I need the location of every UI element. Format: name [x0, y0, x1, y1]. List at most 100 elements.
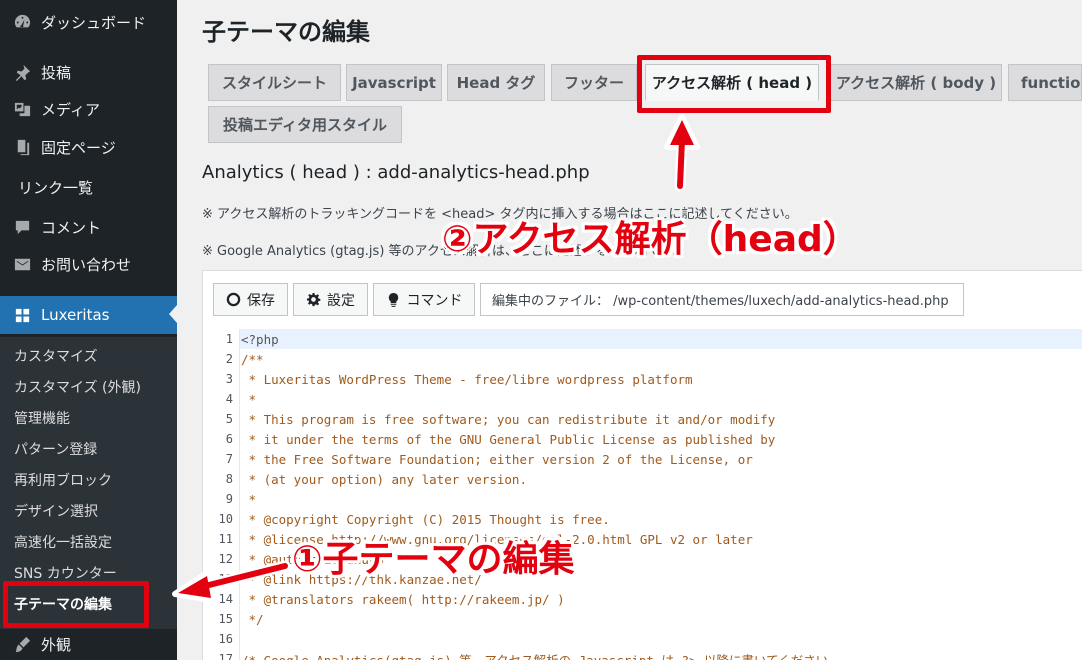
tab-analytics-body[interactable]: アクセス解析 ( body ) — [830, 64, 1002, 101]
code-line: 1 <?php — [203, 329, 1082, 349]
sidebar-item-media[interactable]: メディア — [0, 95, 177, 123]
tab-javascript[interactable]: Javascript — [346, 64, 442, 101]
tab-stylesheet[interactable]: スタイルシート — [208, 64, 341, 101]
submenu-item-customize[interactable]: カスタマイズ — [14, 346, 98, 366]
code-line: 8 * (at your option) any later version. — [203, 469, 1082, 489]
submenu-item-patterns[interactable]: パターン登録 — [14, 439, 97, 459]
code-text: * @translators rakeem( http://rakeem.jp/… — [241, 591, 565, 607]
tab-head-tag[interactable]: Head タグ — [447, 64, 545, 101]
line-number: 13 — [218, 572, 233, 586]
line-number: 9 — [225, 492, 233, 506]
line-number: 16 — [218, 632, 233, 646]
lightbulb-icon — [388, 292, 398, 307]
command-button-label: コマンド — [406, 292, 463, 309]
file-heading: Analytics ( head ) : add-analytics-head.… — [202, 162, 590, 183]
sidebar-item-comments[interactable]: コメント — [0, 213, 177, 241]
dashboard-icon — [11, 11, 33, 33]
code-text: * @link https://thk.kanzae.net/ — [241, 571, 482, 587]
sidebar-item-contact[interactable]: お問い合わせ — [0, 250, 177, 278]
code-line: 9 * — [203, 489, 1082, 509]
sidebar-item-links[interactable]: リンク一覧 — [0, 173, 177, 201]
code-line: 12 * @author LunaNuko — [203, 549, 1082, 569]
tab-footer[interactable]: フッター — [551, 64, 637, 101]
sidebar-item-label: ダッシュボード — [41, 13, 147, 32]
line-number: 3 — [225, 372, 233, 386]
submenu-item-management[interactable]: 管理機能 — [14, 408, 70, 428]
code-line: 15 */ — [203, 609, 1082, 629]
line-number: 15 — [218, 612, 233, 626]
line-number: 5 — [225, 412, 233, 426]
sidebar-item-dashboard[interactable]: ダッシュボード — [0, 8, 177, 36]
code-text: * @copyright Copyright (C) 2015 Thought … — [241, 511, 610, 527]
line-number: 1 — [225, 332, 233, 346]
code-text: /** — [241, 351, 264, 367]
pin-icon — [11, 61, 33, 83]
command-button[interactable]: コマンド — [373, 283, 475, 316]
code-text: <?php — [241, 331, 279, 347]
mail-icon — [11, 253, 33, 275]
sidebar-item-pages[interactable]: 固定ページ — [0, 133, 177, 161]
code-text: /* Google Analytics(gtag.js) 等、アクセス解析の J… — [241, 652, 841, 660]
code-line: 3 * Luxeritas WordPress Theme - free/lib… — [203, 369, 1082, 389]
line-number: 11 — [218, 532, 233, 546]
tab-editor-style[interactable]: 投稿エディタ用スタイル — [208, 106, 402, 143]
submenu-item-design[interactable]: デザイン選択 — [14, 501, 98, 521]
page-icon — [11, 136, 33, 158]
page-title: 子テーマの編集 — [202, 18, 370, 46]
code-text: * This program is free software; you can… — [241, 411, 776, 427]
code-text: * @license http://www.gnu.org/licenses/g… — [241, 531, 753, 547]
code-line: 16 — [203, 629, 1082, 649]
active-menu-arrow — [169, 305, 177, 323]
code-text: * — [241, 391, 257, 407]
sidebar-item-luxeritas[interactable]: Luxeritas — [0, 296, 177, 334]
line-number: 6 — [225, 432, 233, 446]
sidebar-item-label: メディア — [41, 100, 100, 119]
settings-button-label: 設定 — [327, 292, 355, 309]
sidebar-item-label: 固定ページ — [41, 138, 116, 157]
media-icon — [11, 98, 33, 120]
submenu-item-speed[interactable]: 高速化一括設定 — [14, 532, 112, 552]
code-line: 6 * it under the terms of the GNU Genera… — [203, 429, 1082, 449]
luxeritas-submenu: カスタマイズ カスタマイズ (外観) 管理機能 パターン登録 再利用ブロック デ… — [0, 337, 177, 629]
settings-button[interactable]: 設定 — [293, 283, 368, 316]
submenu-item-customize-appearance[interactable]: カスタマイズ (外観) — [14, 377, 141, 397]
code-text: * @author LunaNuko — [241, 551, 384, 567]
code-line: 4 * — [203, 389, 1082, 409]
note-google-analytics: ※ Google Analytics (gtag.js) 等のアクセス解析は、こ… — [202, 244, 686, 259]
code-line: 11 * @license http://www.gnu.org/license… — [203, 529, 1082, 549]
save-button[interactable]: 保存 — [213, 283, 288, 316]
tab-functions[interactable]: functions — [1008, 64, 1082, 101]
code-line: 13 * @link https://thk.kanzae.net/ — [203, 569, 1082, 589]
sidebar-item-label: お問い合わせ — [41, 255, 132, 274]
code-line: 2 /** — [203, 349, 1082, 369]
sidebar-item-label: Luxeritas — [41, 306, 110, 324]
code-area[interactable]: 1 <?php 2 /** 3 * Luxeritas WordPress Theme … — [203, 329, 1082, 660]
sidebar-item-posts[interactable]: 投稿 — [0, 58, 177, 86]
sidebar-item-label: コメント — [41, 218, 102, 237]
submenu-item-sns-counter[interactable]: SNS カウンター — [14, 563, 117, 583]
sidebar-item-label: 投稿 — [41, 63, 72, 82]
save-button-label: 保存 — [247, 292, 275, 309]
luxeritas-icon — [11, 304, 33, 326]
note-tracking-code: ※ アクセス解析のトラッキングコードを <head> タグ内に挿入する場合はここ… — [202, 207, 798, 222]
gear-icon — [306, 292, 321, 307]
sidebar-item-appearance[interactable]: 外観 — [0, 630, 177, 658]
tab-analytics-head[interactable]: アクセス解析 ( head ) — [645, 64, 819, 101]
code-text: * the Free Software Foundation; either v… — [241, 451, 753, 467]
code-line: 14 * @translators rakeem( http://rakeem.… — [203, 589, 1082, 609]
sidebar-item-label: 外観 — [41, 635, 72, 654]
line-number: 2 — [225, 352, 233, 366]
line-number: 7 — [225, 452, 233, 466]
code-text: * it under the terms of the GNU General … — [241, 431, 776, 447]
editing-file-field: 編集中のファイル： /wp-content/themes/luxech/add-… — [480, 283, 964, 316]
circle-icon — [226, 292, 241, 307]
sidebar-item-label: リンク一覧 — [18, 178, 94, 197]
up-arrow-icon — [664, 114, 700, 192]
submenu-item-reusable-blocks[interactable]: 再利用ブロック — [14, 470, 112, 490]
line-number: 10 — [218, 512, 233, 526]
code-text: * — [241, 491, 257, 507]
code-line: 17 /* Google Analytics(gtag.js) 等、アクセス解析の… — [203, 649, 1082, 660]
admin-sidebar: ダッシュボード 投稿 メディア 固定ページ リンク一覧 コメント お問い合わせ … — [0, 0, 177, 660]
submenu-item-child-theme-edit[interactable]: 子テーマの編集 — [14, 594, 112, 614]
code-line: 7 * the Free Software Foundation; either… — [203, 449, 1082, 469]
